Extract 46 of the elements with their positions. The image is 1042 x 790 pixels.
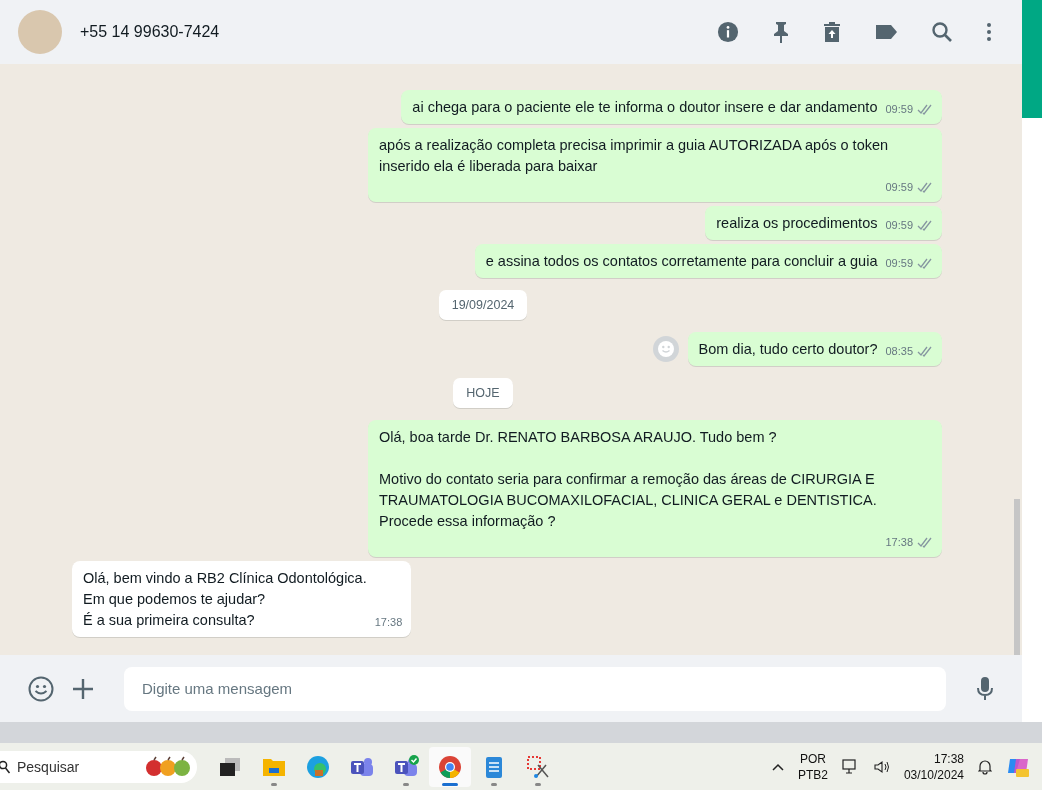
contact-name[interactable]: +55 14 99630-7424 bbox=[80, 23, 699, 41]
task-view-icon bbox=[219, 756, 241, 777]
fruit-icon bbox=[145, 755, 191, 778]
message-input[interactable]: Digite uma mensagem bbox=[124, 666, 946, 711]
message-time: 08:35 bbox=[885, 344, 913, 359]
message-time: 17:38 bbox=[885, 535, 913, 550]
search-icon bbox=[0, 759, 11, 774]
delete-icon[interactable] bbox=[823, 21, 841, 43]
label-icon[interactable] bbox=[874, 23, 898, 41]
date-chip: HOJE bbox=[453, 378, 513, 408]
teams-icon bbox=[393, 754, 419, 779]
menu-icon[interactable] bbox=[986, 22, 992, 42]
microphone-icon[interactable] bbox=[976, 675, 994, 702]
message-time: 09:59 bbox=[885, 102, 913, 117]
message-text: Bom dia, tudo certo doutor? bbox=[698, 340, 878, 359]
browser-icon bbox=[306, 754, 330, 779]
bell-icon[interactable] bbox=[978, 758, 992, 775]
search-icon[interactable] bbox=[931, 21, 953, 43]
message-time: 09:59 bbox=[885, 180, 913, 195]
chevron-up-icon[interactable] bbox=[771, 762, 784, 771]
folder-icon bbox=[262, 756, 286, 777]
info-icon[interactable] bbox=[717, 21, 739, 43]
search-placeholder: Pesquisar bbox=[17, 758, 81, 775]
notepad-icon bbox=[484, 754, 504, 779]
taskbar-search-field[interactable]: Pesquisar bbox=[0, 750, 197, 783]
date-chip: 19/09/2024 bbox=[438, 290, 528, 320]
browser-icon bbox=[438, 754, 462, 779]
message-text: realiza os procedimentos bbox=[716, 214, 878, 233]
clock-time[interactable]: 17:38 bbox=[933, 750, 964, 767]
message-text: e assina todos os contatos corretamente para concluir a guia bbox=[485, 252, 878, 271]
message-text: após a realização completa precisa imprimir a guia AUTORIZADA após o token inserido ela é liberada para baixar bbox=[379, 136, 890, 176]
message-text: Olá, bem vindo a RB2 Clínica Odontológica. Em que podemos te ajudar? É a sua primeira consulta? bbox=[83, 569, 367, 630]
message-text: ai chega para o paciente ele te informa o doutor insere e dar andamento bbox=[412, 98, 878, 117]
message-time: 09:59 bbox=[885, 218, 913, 233]
emoji-icon[interactable] bbox=[28, 675, 54, 702]
input-language[interactable]: POR bbox=[799, 750, 826, 767]
message-time: 17:38 bbox=[374, 615, 403, 630]
message-text: Olá, boa tarde Dr. RENATO BARBOSA ARAUJO. Tudo bem ? Motivo do contato seria para confirmar a remoção das áreas de CIRURGIA E TRAUMATOLOGIA BUCOMAXILOFACIAL, CLINICA GERAL e DENTISTICA. Procede essa informação ? bbox=[379, 428, 878, 531]
speaker-icon[interactable] bbox=[873, 759, 890, 774]
message-time: 09:59 bbox=[885, 256, 913, 271]
clock-date[interactable]: 03/10/2024 bbox=[903, 766, 964, 783]
keyboard-layout[interactable]: PTB2 bbox=[797, 766, 828, 783]
scrollbar[interactable] bbox=[1014, 499, 1020, 655]
pin-icon[interactable] bbox=[772, 21, 790, 43]
snipping-tool-icon bbox=[526, 754, 550, 779]
plus-icon[interactable] bbox=[72, 677, 94, 700]
